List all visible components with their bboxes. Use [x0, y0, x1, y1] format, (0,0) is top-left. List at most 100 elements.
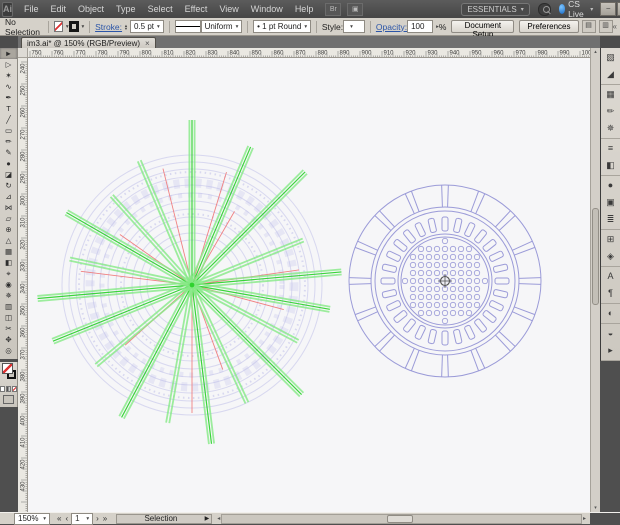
align-panel-icon[interactable]: ▤: [582, 20, 596, 33]
tool-perspective-grid[interactable]: △: [0, 235, 17, 246]
status-menu-arrow-icon[interactable]: ▶: [205, 515, 210, 522]
tool-rotate[interactable]: ↻: [0, 180, 17, 191]
next-artboard-button[interactable]: ›: [95, 514, 100, 523]
status-display[interactable]: Selection ▶: [116, 514, 212, 524]
tool-eraser[interactable]: ◪: [0, 169, 17, 180]
menu-file[interactable]: File: [18, 4, 45, 14]
tool-blend[interactable]: ◉: [0, 279, 17, 290]
stroke-swatch[interactable]: [69, 21, 79, 32]
document-setup-button[interactable]: Document Setup: [451, 20, 514, 33]
opacity-combo[interactable]: 100: [407, 20, 433, 33]
panel-stroke-icon[interactable]: ≡: [601, 140, 620, 157]
menu-edit[interactable]: Edit: [45, 4, 73, 14]
panel-appearance-icon[interactable]: ●: [601, 177, 620, 194]
panel-layers-icon[interactable]: ≣: [601, 211, 620, 228]
tool-column-graph[interactable]: ▥: [0, 301, 17, 312]
opacity-panel-link[interactable]: Opacity:: [376, 22, 407, 32]
artwork-layer[interactable]: [28, 58, 590, 512]
horizontal-scrollbar[interactable]: ◂ ▸: [216, 514, 587, 524]
tab-close-icon[interactable]: ×: [145, 39, 150, 48]
menu-type[interactable]: Type: [110, 4, 142, 14]
options-panel-icon[interactable]: ▥: [599, 20, 613, 33]
vertical-scroll-thumb[interactable]: [592, 208, 599, 305]
tool-shape-builder[interactable]: ⊕: [0, 224, 17, 235]
tool-lasso[interactable]: ∿: [0, 81, 17, 92]
workspace-switcher[interactable]: ESSENTIALS ▾: [461, 3, 529, 16]
panel-graphic-styles-icon[interactable]: ▣: [601, 194, 620, 211]
tool-eyedropper[interactable]: ⌖: [0, 268, 17, 279]
arrange-documents-icon[interactable]: ▣: [347, 3, 363, 16]
panel-gradient-icon[interactable]: ◧: [601, 157, 620, 174]
chevron-down-icon[interactable]: ▾: [82, 24, 85, 30]
tool-width-tool[interactable]: ⋈: [0, 202, 17, 213]
stroke-weight-stepper[interactable]: ▲▼: [124, 24, 128, 30]
search-input[interactable]: [538, 3, 551, 16]
none-mode-button[interactable]: [12, 386, 17, 392]
drawing-mode-button[interactable]: [3, 395, 14, 404]
panel-transparency-icon[interactable]: ◐: [601, 305, 620, 322]
tool-pencil[interactable]: ✎: [0, 147, 17, 158]
panel-symbols-icon[interactable]: ✵: [601, 120, 620, 137]
menu-effect[interactable]: Effect: [179, 4, 214, 14]
panel-color-guide-icon[interactable]: ◢: [601, 66, 620, 83]
horizontal-scroll-thumb[interactable]: [387, 515, 413, 523]
tool-symbol-sprayer[interactable]: ✵: [0, 290, 17, 301]
scroll-up-icon[interactable]: ▴: [591, 48, 600, 56]
fill-swatch[interactable]: [54, 21, 63, 32]
tool-mesh[interactable]: ▦: [0, 246, 17, 257]
artwork-left[interactable]: [37, 120, 341, 444]
tool-hand[interactable]: ✥: [0, 334, 17, 345]
tool-slice[interactable]: ✂: [0, 323, 17, 334]
tool-gradient[interactable]: ◧: [0, 257, 17, 268]
menu-window[interactable]: Window: [245, 4, 289, 14]
vertical-scrollbar[interactable]: ▴ ▾: [590, 48, 600, 512]
tool-line-segment[interactable]: ╱: [0, 114, 17, 125]
tool-selection[interactable]: ►: [0, 48, 17, 59]
preferences-button[interactable]: Preferences: [519, 20, 578, 33]
panel-artboards-icon[interactable]: ⊞: [601, 231, 620, 248]
tool-magic-wand[interactable]: ✶: [0, 70, 17, 81]
color-mode-button[interactable]: [0, 386, 5, 392]
tool-zoom[interactable]: ◎: [0, 345, 17, 356]
tool-pen[interactable]: ✒: [0, 92, 17, 103]
previous-artboard-button[interactable]: ‹: [64, 514, 69, 523]
artwork-right[interactable]: [349, 185, 541, 377]
panel-actions-icon[interactable]: ▸: [601, 342, 620, 359]
cs-live-button[interactable]: CS Live ▾: [559, 0, 594, 19]
first-artboard-button[interactable]: «: [56, 514, 62, 523]
style-combo[interactable]: ▾: [343, 20, 365, 33]
scroll-down-icon[interactable]: ▾: [591, 504, 600, 512]
panel-info-icon[interactable]: ◒: [601, 325, 620, 342]
panel-character-icon[interactable]: A: [601, 268, 620, 285]
tool-paintbrush[interactable]: ✏: [0, 136, 17, 147]
tool-free-transform[interactable]: ▱: [0, 213, 17, 224]
tool-artboard[interactable]: ◫: [0, 312, 17, 323]
last-artboard-button[interactable]: »: [102, 514, 108, 523]
menu-help[interactable]: Help: [289, 4, 320, 14]
stroke-panel-link[interactable]: Stroke:: [95, 22, 122, 32]
tool-scale[interactable]: ⊿: [0, 191, 17, 202]
scroll-right-icon[interactable]: ▸: [582, 515, 587, 522]
panel-paragraph-icon[interactable]: ¶: [601, 285, 620, 302]
brush-definition-combo[interactable]: • 1 pt Round ▾: [253, 20, 311, 33]
stroke-weight-combo[interactable]: 0.5 pt ▾: [130, 20, 164, 33]
gradient-mode-button[interactable]: [6, 386, 11, 392]
panel-navigator-icon[interactable]: ◈: [601, 248, 620, 265]
variable-width-combo[interactable]: Uniform ▾: [201, 20, 243, 33]
menu-object[interactable]: Object: [72, 4, 110, 14]
canvas[interactable]: [28, 58, 590, 512]
menu-view[interactable]: View: [213, 4, 244, 14]
panel-color-icon[interactable]: ▧: [601, 49, 620, 66]
zoom-level-combo[interactable]: 150% ▾: [14, 513, 50, 525]
tool-blob-brush[interactable]: ●: [0, 158, 17, 169]
tool-direct-selection[interactable]: ▷: [0, 59, 17, 70]
tool-type[interactable]: T: [0, 103, 17, 114]
panel-swatches-icon[interactable]: ▦: [601, 86, 620, 103]
panel-brushes-icon[interactable]: ✏: [601, 103, 620, 120]
minimize-button[interactable]: –: [600, 2, 616, 16]
menu-select[interactable]: Select: [142, 4, 179, 14]
artboard-number-combo[interactable]: 1 ▾: [71, 513, 93, 525]
collapse-bar-icon[interactable]: «: [613, 22, 617, 31]
horizontal-scroll-track[interactable]: [221, 514, 582, 524]
fill-proxy-swatch[interactable]: [2, 363, 13, 374]
